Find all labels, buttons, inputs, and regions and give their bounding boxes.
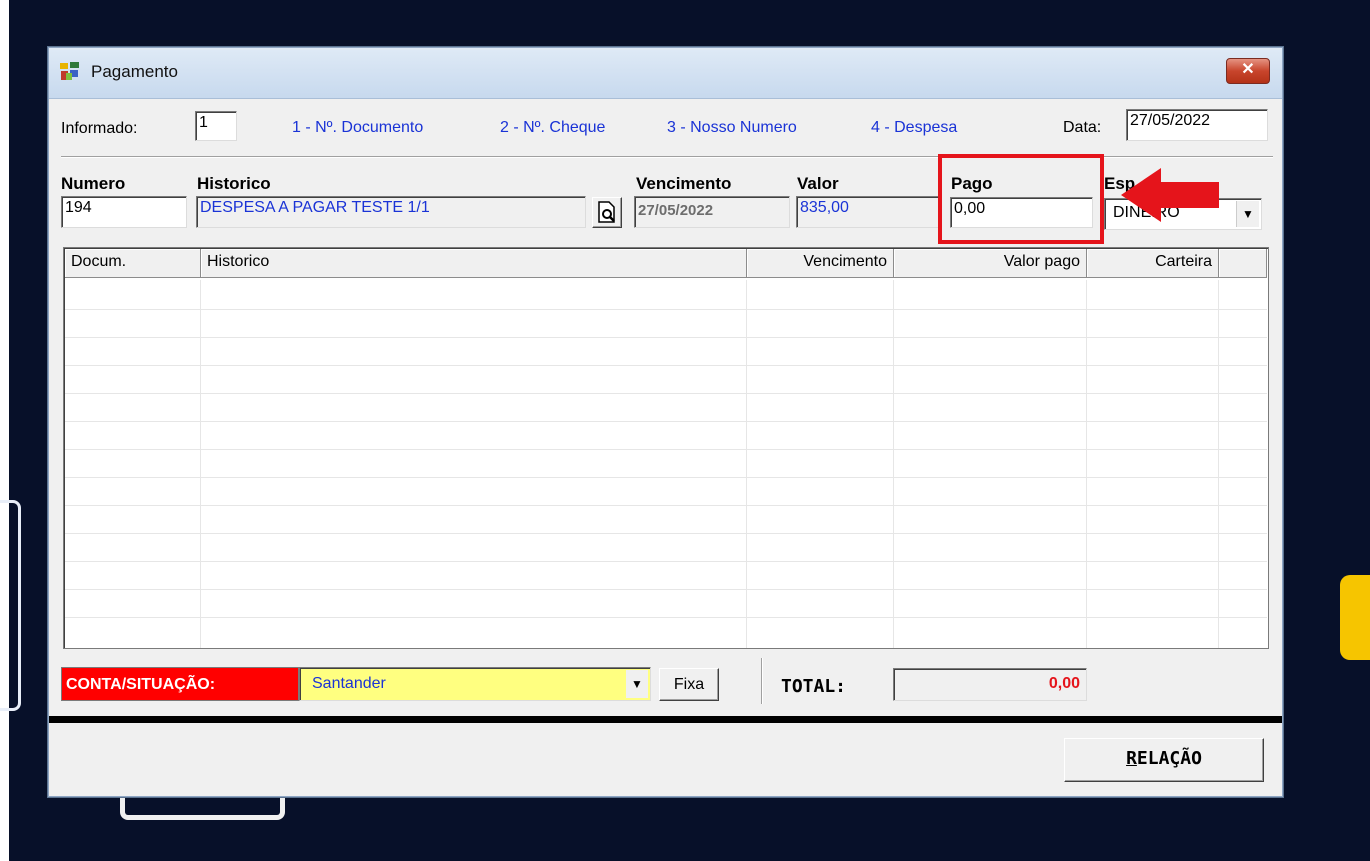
table-row[interactable] xyxy=(65,421,1267,422)
table-row[interactable] xyxy=(65,477,1267,478)
numero-input[interactable]: 194 xyxy=(61,196,187,228)
column-header[interactable]: Carteira xyxy=(1087,249,1219,278)
numero-label: Numero xyxy=(61,174,126,193)
fixa-button[interactable]: Fixa xyxy=(659,668,719,701)
document-search-icon xyxy=(598,201,615,223)
close-button[interactable]: ✕ xyxy=(1226,58,1270,84)
desktop-yellow-shape xyxy=(1340,575,1370,660)
historico-input[interactable]: DESPESA A PAGAR TESTE 1/1 xyxy=(196,196,586,228)
data-input[interactable]: 27/05/2022 xyxy=(1126,109,1268,141)
footer-bar xyxy=(49,716,1282,723)
chevron-down-icon[interactable]: ▼ xyxy=(1236,201,1259,227)
conta-situacao-label: CONTA/SITUAÇÃO: xyxy=(61,667,299,701)
column-divider xyxy=(893,280,894,648)
desktop-shape xyxy=(0,500,21,711)
table-row[interactable] xyxy=(65,505,1267,506)
historico-label: Historico xyxy=(197,174,271,193)
footer-divider xyxy=(761,658,763,704)
table-row[interactable] xyxy=(65,449,1267,450)
window-title: Pagamento xyxy=(91,62,178,81)
search-document-button[interactable] xyxy=(592,197,622,228)
relacao-button[interactable]: RELAÇÃO xyxy=(1064,738,1264,782)
table-row[interactable] xyxy=(65,561,1267,562)
table-row[interactable] xyxy=(65,617,1267,618)
column-divider xyxy=(746,280,747,648)
red-arrow-icon xyxy=(1121,168,1219,222)
option-documento: 1 - Nº. Documento xyxy=(292,119,424,136)
valor-label: Valor xyxy=(797,174,839,193)
table-row[interactable] xyxy=(65,393,1267,394)
pagamento-window: Pagamento ✕ Informado: 1 1 - Nº. Documen… xyxy=(48,47,1283,797)
title-bar[interactable]: Pagamento ✕ xyxy=(49,48,1282,99)
informado-input[interactable]: 1 xyxy=(195,111,237,141)
column-header[interactable]: Historico xyxy=(201,249,747,278)
table-row[interactable] xyxy=(65,365,1267,366)
highlight-box xyxy=(938,154,1104,244)
table-row[interactable] xyxy=(65,533,1267,534)
column-header[interactable]: Vencimento xyxy=(747,249,894,278)
column-divider xyxy=(1218,280,1219,648)
column-header-empty xyxy=(1219,249,1267,278)
payments-table[interactable]: Docum. Historico Vencimento Valor pago C… xyxy=(63,247,1269,649)
column-header[interactable]: Docum. xyxy=(65,249,201,278)
valor-input[interactable]: 835,00 xyxy=(796,196,940,228)
table-row[interactable] xyxy=(65,589,1267,590)
informado-label: Informado: xyxy=(61,120,138,137)
option-despesa: 4 - Despesa xyxy=(871,119,958,136)
table-header: Docum. Historico Vencimento Valor pago C… xyxy=(65,249,1267,279)
table-row[interactable] xyxy=(65,337,1267,338)
option-nosso-numero: 3 - Nosso Numero xyxy=(667,119,797,136)
desktop-edge xyxy=(0,0,9,861)
total-value: 0,00 xyxy=(893,668,1087,701)
column-divider xyxy=(200,280,201,648)
total-label: TOTAL: xyxy=(781,676,847,697)
vencimento-label: Vencimento xyxy=(636,174,732,193)
vencimento-input[interactable]: 27/05/2022 xyxy=(634,196,790,228)
data-label: Data: xyxy=(1063,119,1102,136)
table-row[interactable] xyxy=(65,309,1267,310)
option-cheque: 2 - Nº. Cheque xyxy=(500,119,606,136)
chevron-down-icon[interactable]: ▼ xyxy=(626,670,648,698)
conta-select[interactable]: Santander ▼ xyxy=(299,667,651,701)
column-divider xyxy=(1086,280,1087,648)
close-icon: ✕ xyxy=(1241,61,1255,78)
app-icon xyxy=(60,62,79,80)
column-header[interactable]: Valor pago xyxy=(894,249,1087,278)
conta-value: Santander xyxy=(312,675,386,692)
relacao-label: RELAÇÃO xyxy=(1126,748,1202,769)
